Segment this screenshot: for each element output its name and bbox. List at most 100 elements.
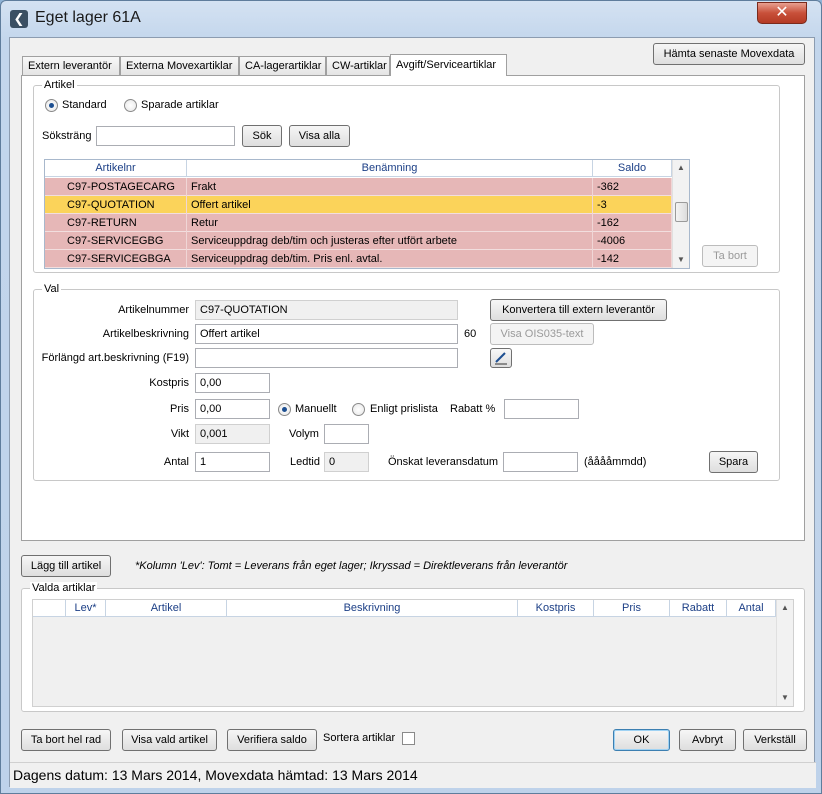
- article-grid-scrollbar[interactable]: ▲ ▼: [672, 160, 689, 268]
- volym-field[interactable]: [324, 424, 369, 444]
- selected-grid-scrollbar[interactable]: ▲ ▼: [776, 600, 793, 706]
- cell-saldo: -162: [593, 214, 672, 232]
- radio-enligt-prislista[interactable]: [352, 403, 365, 416]
- column-rabatt[interactable]: Rabatt: [670, 600, 727, 617]
- radio-saved-label: Sparade artiklar: [141, 99, 219, 111]
- radio-standard[interactable]: [45, 99, 58, 112]
- rabatt-field[interactable]: [504, 399, 579, 419]
- artikelnummer-field: C97-QUOTATION: [195, 300, 458, 320]
- app-window: ❮ Eget lager 61A ✕ Extern leverantör Ext…: [0, 0, 822, 794]
- beskrivning-field[interactable]: Offert artikel: [195, 324, 458, 344]
- add-article-button[interactable]: Lägg till artikel: [21, 555, 111, 577]
- tab-ca-lagerartiklar[interactable]: CA-lagerartiklar: [239, 56, 326, 75]
- table-row[interactable]: C97-SERVICEGBGA Serviceuppdrag deb/tim. …: [45, 250, 672, 268]
- date-format-hint: (ååååmmdd): [584, 456, 647, 468]
- article-grid: Artikelnr Benämning Saldo C97-POSTAGECAR…: [44, 159, 690, 269]
- ledtid-field: 0: [324, 452, 369, 472]
- cell-benamning: Offert artikel: [187, 196, 593, 214]
- cell-benamning: Serviceuppdrag deb/tim. Pris enl. avtal.: [187, 250, 593, 268]
- column-pris[interactable]: Pris: [594, 600, 670, 617]
- window-title: Eget lager 61A: [35, 9, 141, 26]
- column-beskrivning[interactable]: Beskrivning: [227, 600, 518, 617]
- column-artikelnr[interactable]: Artikelnr: [45, 160, 187, 177]
- artikel-legend: Artikel: [42, 79, 77, 91]
- scroll-down-icon[interactable]: ▼: [673, 252, 689, 268]
- cell-artikelnr: C97-QUOTATION: [45, 196, 187, 214]
- cell-artikelnr: C97-POSTAGECARG: [45, 178, 187, 196]
- selected-articles-grid: Lev* Artikel Beskrivning Kostpris Pris R…: [32, 599, 794, 707]
- save-button[interactable]: Spara: [709, 451, 758, 473]
- close-button[interactable]: ✕: [757, 2, 807, 24]
- scroll-thumb[interactable]: [675, 202, 688, 222]
- sort-articles-checkbox[interactable]: [402, 732, 415, 745]
- pris-field[interactable]: 0,00: [195, 399, 270, 419]
- radio-saved-articles[interactable]: [124, 99, 137, 112]
- verify-balance-button[interactable]: Verifiera saldo: [227, 729, 317, 751]
- table-row-selected[interactable]: C97-QUOTATION Offert artikel -3: [45, 196, 672, 214]
- radio-standard-label: Standard: [62, 99, 107, 111]
- table-row[interactable]: C97-SERVICEGBG Serviceuppdrag deb/tim oc…: [45, 232, 672, 250]
- volym-label: Volym: [289, 428, 319, 440]
- status-bar: Dagens datum: 13 Mars 2014, Movexdata hä…: [10, 762, 816, 788]
- cell-saldo: -4006: [593, 232, 672, 250]
- apply-button[interactable]: Verkställ: [743, 729, 807, 751]
- search-label: Söksträng: [42, 130, 92, 142]
- show-ois035-button[interactable]: Visa OIS035-text: [490, 323, 594, 345]
- manuellt-label: Manuellt: [295, 403, 337, 415]
- cell-artikelnr: C97-SERVICEGBGA: [45, 250, 187, 268]
- tab-avgift-serviceartiklar[interactable]: Avgift/Serviceartiklar: [390, 54, 507, 76]
- remove-article-button[interactable]: Ta bort: [702, 245, 758, 267]
- lev-column-note: *Kolumn 'Lev': Tomt = Leverans från eget…: [135, 560, 568, 572]
- cell-saldo: -142: [593, 250, 672, 268]
- column-artikel[interactable]: Artikel: [106, 600, 227, 617]
- vikt-field: 0,001: [195, 424, 270, 444]
- column-antal[interactable]: Antal: [727, 600, 776, 617]
- column-saldo[interactable]: Saldo: [593, 160, 672, 177]
- tab-extern-leverantor[interactable]: Extern leverantör: [22, 56, 120, 75]
- cell-benamning: Frakt: [187, 178, 593, 196]
- column-lev[interactable]: Lev*: [66, 600, 106, 617]
- scroll-up-icon[interactable]: ▲: [673, 160, 689, 176]
- leveransdatum-field[interactable]: [503, 452, 578, 472]
- table-row[interactable]: C97-RETURN Retur -162: [45, 214, 672, 232]
- artikel-group: Artikel Standard Sparade artiklar Sökstr…: [33, 79, 780, 273]
- search-button[interactable]: Sök: [242, 125, 282, 147]
- cell-artikelnr: C97-RETURN: [45, 214, 187, 232]
- table-row[interactable]: C97-POSTAGECARG Frakt -362: [45, 178, 672, 196]
- cell-saldo: -362: [593, 178, 672, 196]
- scroll-down-icon[interactable]: ▼: [777, 690, 793, 706]
- tab-externa-movexartiklar[interactable]: Externa Movexartiklar: [120, 56, 239, 75]
- cell-artikelnr: C97-SERVICEGBG: [45, 232, 187, 250]
- cancel-button[interactable]: Avbryt: [679, 729, 736, 751]
- antal-label: Antal: [163, 456, 189, 468]
- pris-label: Pris: [170, 403, 189, 415]
- rabatt-label: Rabatt %: [450, 403, 496, 415]
- tab-cw-artiklar[interactable]: CW-artiklar: [326, 56, 390, 75]
- radio-manuellt[interactable]: [278, 403, 291, 416]
- selected-grid-header: Lev* Artikel Beskrivning Kostpris Pris R…: [33, 600, 793, 617]
- column-kostpris[interactable]: Kostpris: [518, 600, 594, 617]
- cell-benamning: Retur: [187, 214, 593, 232]
- beskrivning-char-count: 60: [464, 328, 477, 340]
- show-all-button[interactable]: Visa alla: [289, 125, 350, 147]
- scroll-up-icon[interactable]: ▲: [777, 600, 793, 616]
- antal-field[interactable]: 1: [195, 452, 270, 472]
- column-benamning[interactable]: Benämning: [187, 160, 593, 177]
- cell-benamning: Serviceuppdrag deb/tim och justeras efte…: [187, 232, 593, 250]
- search-input[interactable]: [96, 126, 235, 146]
- convert-external-button[interactable]: Konvertera till extern leverantör: [490, 299, 667, 321]
- kostpris-field[interactable]: 0,00: [195, 373, 270, 393]
- prislista-label: Enligt prislista: [370, 403, 438, 415]
- dialog-client: Extern leverantör Externa Movexartiklar …: [9, 37, 816, 788]
- sort-articles-label: Sortera artiklar: [323, 732, 396, 744]
- show-selected-button[interactable]: Visa vald artikel: [122, 729, 217, 751]
- remove-row-button[interactable]: Ta bort hel rad: [21, 729, 111, 751]
- forlangd-field[interactable]: [195, 348, 458, 368]
- back-arrow-icon[interactable]: ❮: [10, 10, 28, 28]
- edit-icon[interactable]: [490, 348, 512, 368]
- valda-artiklar-group: Valda artiklar Lev* Artikel Beskrivning …: [21, 582, 805, 712]
- ok-button[interactable]: OK: [613, 729, 670, 751]
- val-legend: Val: [42, 283, 62, 295]
- beskrivning-label: Artikelbeskrivning: [102, 328, 189, 340]
- fetch-movex-button[interactable]: Hämta senaste Movexdata: [653, 43, 805, 65]
